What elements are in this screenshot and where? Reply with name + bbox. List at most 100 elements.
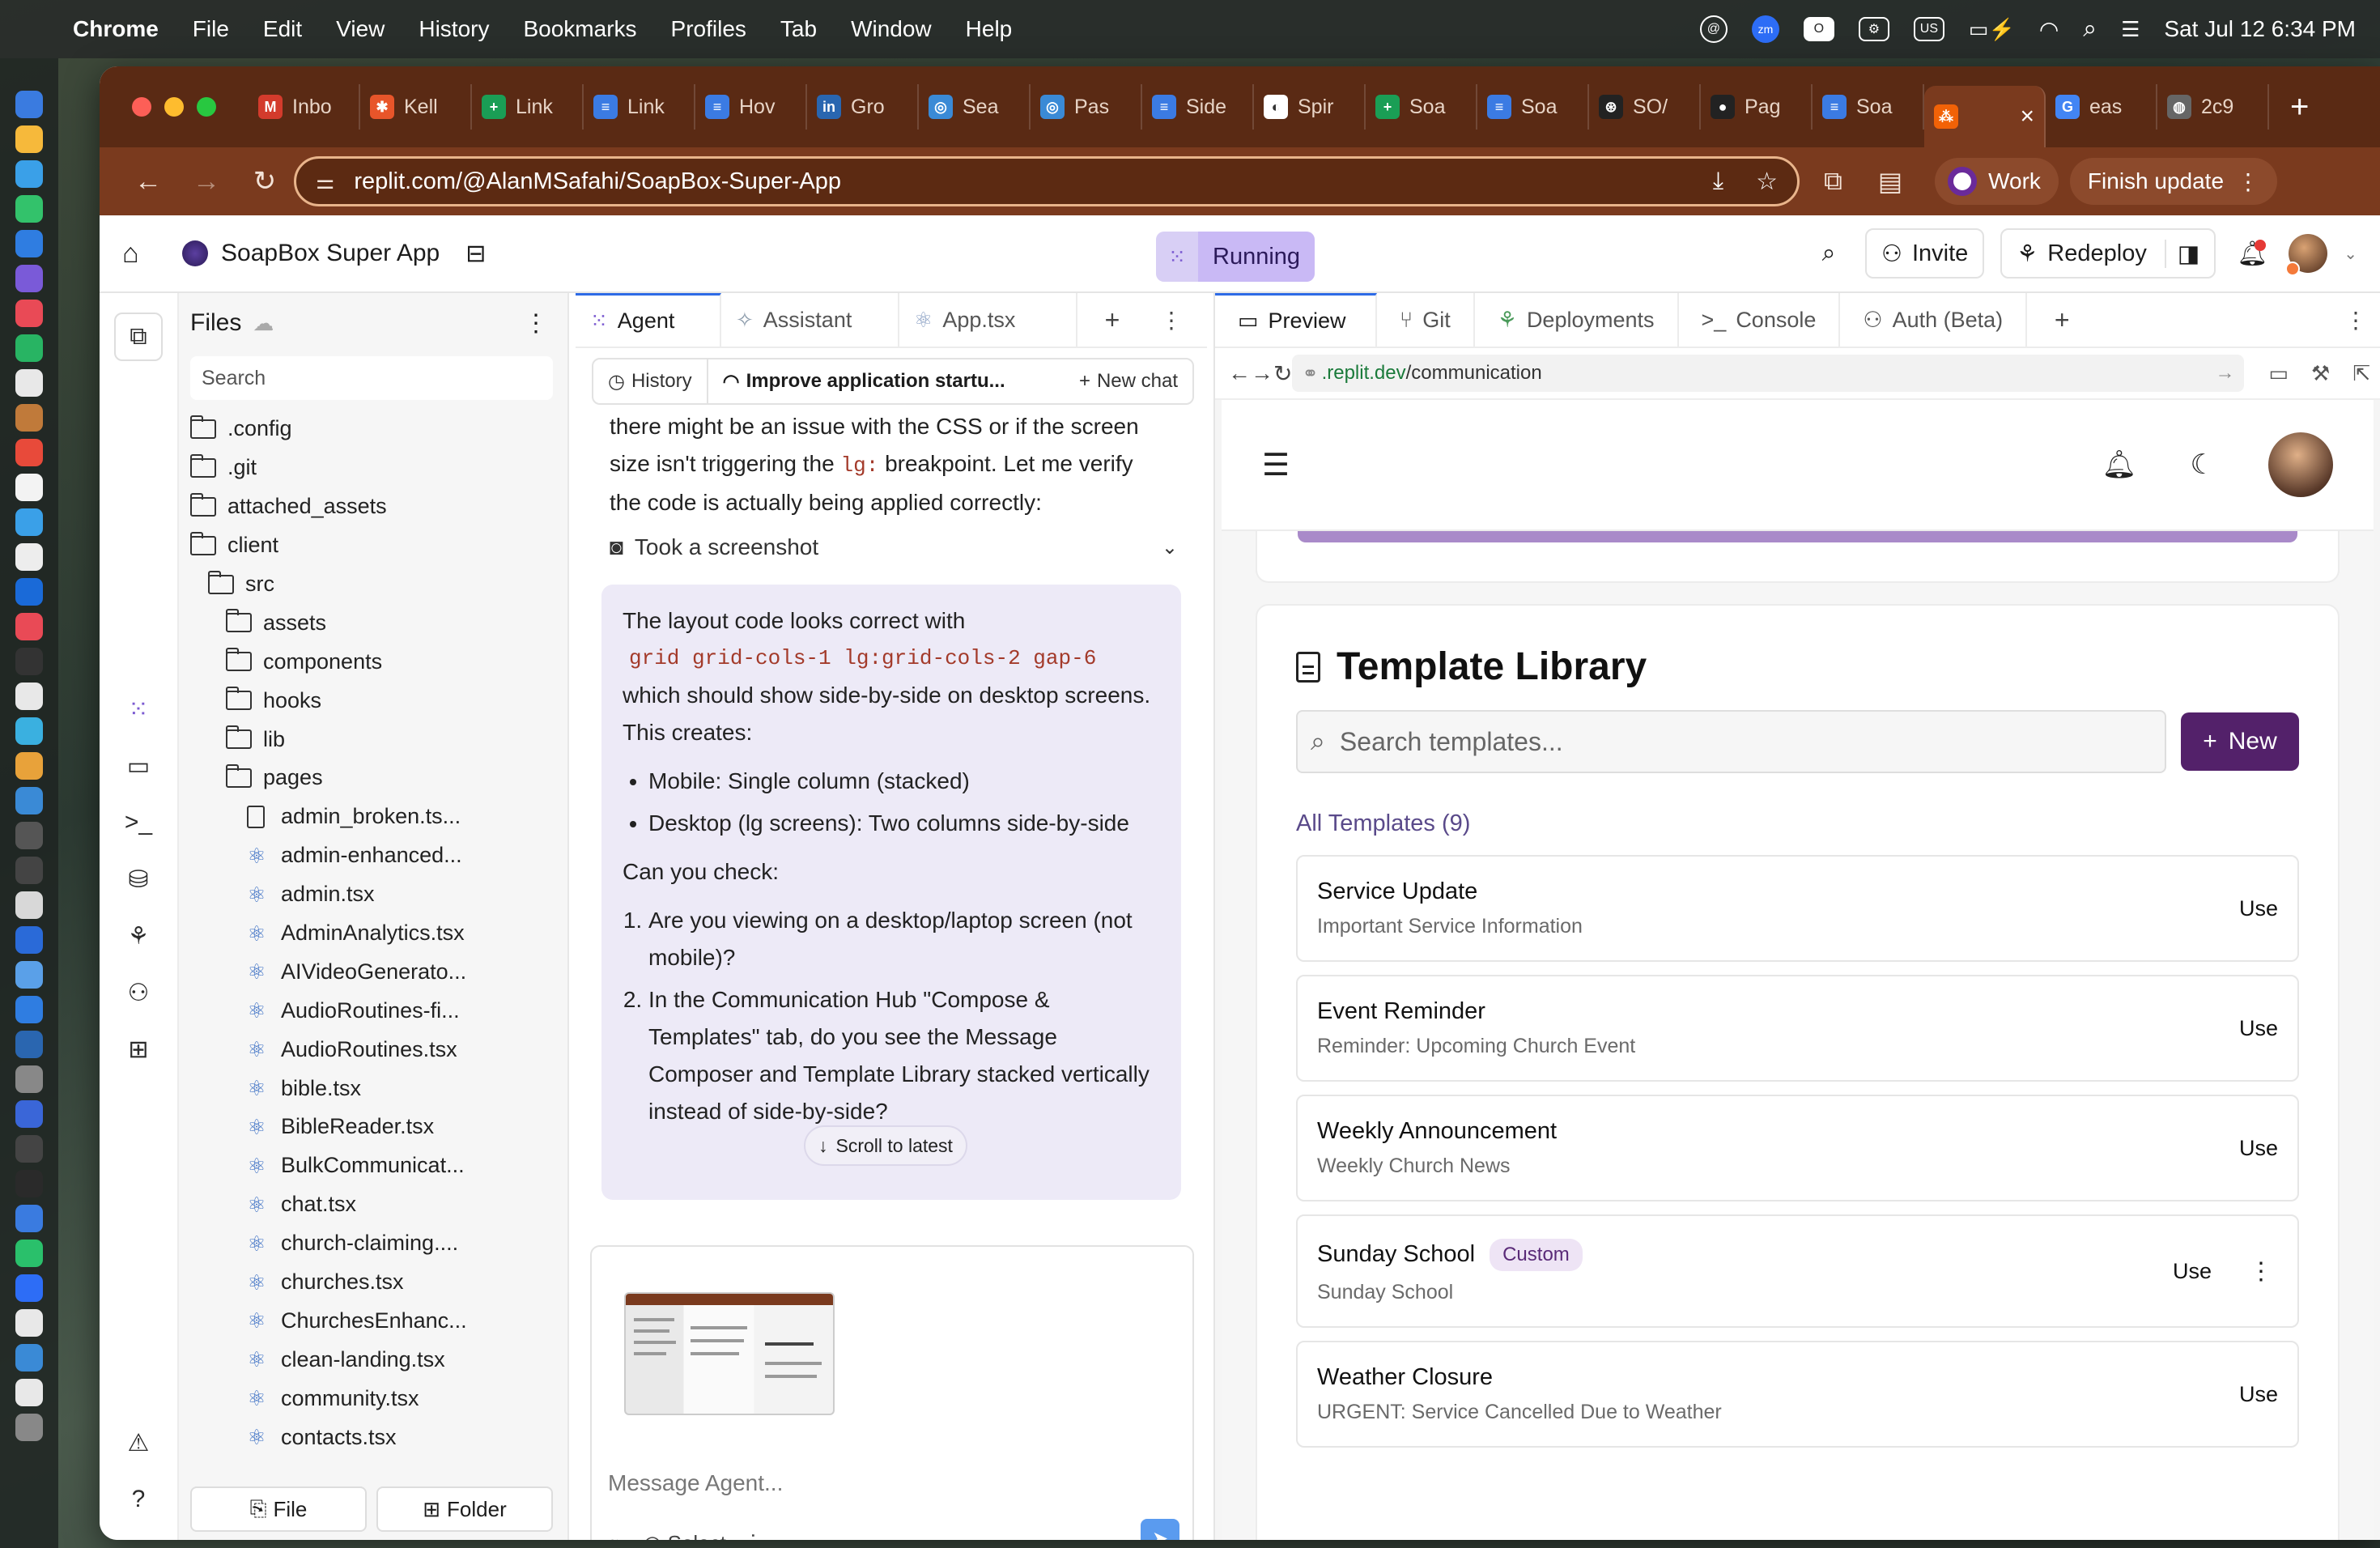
template-item[interactable]: Event Reminder Reminder: Upcoming Church …	[1296, 975, 2299, 1082]
scroll-to-latest-button[interactable]: ↓ Scroll to latest	[804, 1125, 967, 1166]
select-button[interactable]: ◎ Select	[644, 1531, 726, 1541]
template-search-input[interactable]: ⌕ Search templates...	[1296, 710, 2166, 773]
wifi-icon[interactable]: ◠	[2039, 16, 2059, 43]
tree-file[interactable]: ⚛ admin.tsx	[190, 875, 567, 914]
browser-tab[interactable]: ≡ Soa	[1813, 84, 1924, 130]
dock-app-icon[interactable]	[15, 265, 43, 292]
browser-tab[interactable]: ✱ Kell	[360, 84, 472, 130]
new-template-button[interactable]: + New	[2181, 712, 2299, 771]
dock-app-icon[interactable]	[15, 1240, 43, 1267]
devtools-wrench-icon[interactable]: ⚒	[2311, 361, 2330, 386]
help-icon[interactable]: ?	[114, 1475, 163, 1524]
menu-profiles[interactable]: Profiles	[671, 16, 746, 42]
menu-help[interactable]: Help	[966, 16, 1013, 42]
preview-tool-icon[interactable]: ▭	[114, 742, 163, 790]
files-menu-icon[interactable]: ⋮	[524, 309, 548, 338]
template-menu-icon[interactable]: ⋮	[2249, 1257, 2273, 1286]
dock-app-icon[interactable]	[15, 996, 43, 1023]
open-external-icon[interactable]: ⇱	[2352, 361, 2370, 386]
dock-app-icon[interactable]	[15, 648, 43, 675]
profile-button[interactable]: Work	[1935, 158, 2059, 205]
tab-git[interactable]: ⑂ Git	[1377, 293, 1475, 347]
use-template-button[interactable]: Use	[2239, 896, 2278, 921]
at-sign-status-icon[interactable]: @	[1699, 15, 1728, 43]
dock-app-icon[interactable]	[15, 1379, 43, 1406]
thread-title[interactable]: ◠ Improve application startu...	[708, 359, 1024, 403]
menu-history[interactable]: History	[419, 16, 489, 42]
dock-app-icon[interactable]	[15, 1274, 43, 1302]
redeploy-button[interactable]: ⚘ Redeploy ◨	[2000, 228, 2216, 279]
run-status[interactable]: ⁙ Running	[1156, 232, 1315, 282]
project-title[interactable]: SoapBox Super App	[221, 240, 440, 267]
zoom-status-icon[interactable]: zm	[1751, 15, 1779, 43]
use-template-button[interactable]: Use	[2239, 1016, 2278, 1041]
menu-app-name[interactable]: Chrome	[73, 16, 159, 42]
tab-assistant[interactable]: ✧ Assistant	[721, 293, 899, 347]
use-template-button[interactable]: Use	[2239, 1382, 2278, 1407]
shell-tool-icon[interactable]: >_	[114, 798, 163, 847]
browser-tab[interactable]: ◎ Pas	[1031, 84, 1142, 130]
menu-bookmarks[interactable]: Bookmarks	[523, 16, 636, 42]
dock-app-icon[interactable]	[15, 857, 43, 884]
tree-folder[interactable]: lib	[190, 720, 567, 759]
agent-tabs-menu-icon[interactable]: ⋮	[1147, 293, 1196, 347]
dock-app-icon[interactable]	[15, 439, 43, 466]
dock-app-icon[interactable]	[15, 613, 43, 640]
preview-forward-icon[interactable]: →	[1251, 360, 1273, 386]
tree-file[interactable]: ⚛ BulkCommunicat...	[190, 1146, 567, 1185]
preview-url-input[interactable]: ⚭ .replit.dev /communication →	[1292, 355, 2245, 392]
send-button[interactable]: ➤	[1141, 1519, 1179, 1540]
menu-file[interactable]: File	[193, 16, 229, 42]
hamburger-menu-icon[interactable]: ☰	[1262, 447, 1290, 483]
menu-window[interactable]: Window	[851, 16, 932, 42]
dock-app-icon[interactable]	[15, 926, 43, 954]
menu-edit[interactable]: Edit	[263, 16, 302, 42]
browser-tab[interactable]: ≡ Link	[584, 84, 695, 130]
dark-mode-moon-icon[interactable]: ☾	[2191, 449, 2215, 481]
dock-app-icon[interactable]	[15, 961, 43, 989]
control-center-icon[interactable]: ☰	[2121, 17, 2140, 42]
extensions-icon[interactable]: ⧉	[1824, 166, 1842, 197]
tree-file[interactable]: ⚛ churches.tsx	[190, 1263, 567, 1302]
tab-console[interactable]: >_ Console	[1679, 293, 1841, 347]
tree-file[interactable]: ⚛ ChurchesEnhanc...	[190, 1301, 567, 1340]
dock-app-icon[interactable]	[15, 752, 43, 780]
browser-tab[interactable]: ⊛ SO/	[1589, 84, 1701, 130]
tree-file[interactable]: ⚛ chat.tsx	[190, 1185, 567, 1224]
message-input[interactable]: Message Agent...	[608, 1470, 783, 1496]
tab-app-tsx[interactable]: ⚛ App.tsx	[899, 293, 1077, 347]
browser-tab[interactable]: ≡ Side	[1142, 84, 1254, 130]
tree-folder[interactable]: assets	[190, 603, 567, 642]
agent-tool-icon[interactable]: ⁙	[114, 685, 163, 734]
menu-tab[interactable]: Tab	[780, 16, 817, 42]
dock-app-icon[interactable]	[15, 508, 43, 536]
database-tool-icon[interactable]: ⛁	[114, 855, 163, 904]
tree-file[interactable]: ⚛ admin-enhanced...	[190, 836, 567, 875]
dock-app-icon[interactable]	[15, 578, 43, 606]
add-tab-icon[interactable]: +	[2027, 293, 2097, 347]
dock-app-icon[interactable]	[15, 1344, 43, 1372]
browser-tab[interactable]: ◎ Sea	[919, 84, 1031, 130]
dock-app-icon[interactable]	[15, 125, 43, 153]
tree-folder[interactable]: pages	[190, 759, 567, 797]
tree-folder[interactable]: attached_assets	[190, 487, 567, 526]
back-icon[interactable]: ←	[119, 166, 177, 198]
tree-folder[interactable]: client	[190, 526, 567, 565]
tree-file[interactable]: ⚛ AdminAnalytics.tsx	[190, 914, 567, 953]
dock-app-icon[interactable]	[15, 1100, 43, 1128]
site-info-icon[interactable]: ⚌	[316, 169, 334, 194]
new-file-button[interactable]: ⎘ File	[190, 1486, 367, 1532]
tree-folder[interactable]: .git	[190, 449, 567, 487]
dock-app-icon[interactable]	[15, 1031, 43, 1058]
tree-folder[interactable]: src	[190, 565, 567, 604]
zoom-window-button[interactable]	[197, 97, 216, 117]
browser-tab[interactable]: ≡ Hov	[695, 84, 807, 130]
home-icon[interactable]: ⌂	[122, 238, 171, 270]
address-bar[interactable]: ⚌ replit.com/@AlanMSafahi/SoapBox-Super-…	[294, 156, 1800, 206]
preview-back-icon[interactable]: ←	[1228, 360, 1251, 386]
user-avatar[interactable]	[2285, 234, 2328, 276]
preview-tabs-menu-icon[interactable]: ⋮	[2331, 293, 2380, 347]
tree-file[interactable]: ⚛ community.tsx	[190, 1379, 567, 1418]
dock-app-icon[interactable]	[15, 195, 43, 223]
bookmark-star-icon[interactable]: ☆	[1756, 168, 1778, 196]
